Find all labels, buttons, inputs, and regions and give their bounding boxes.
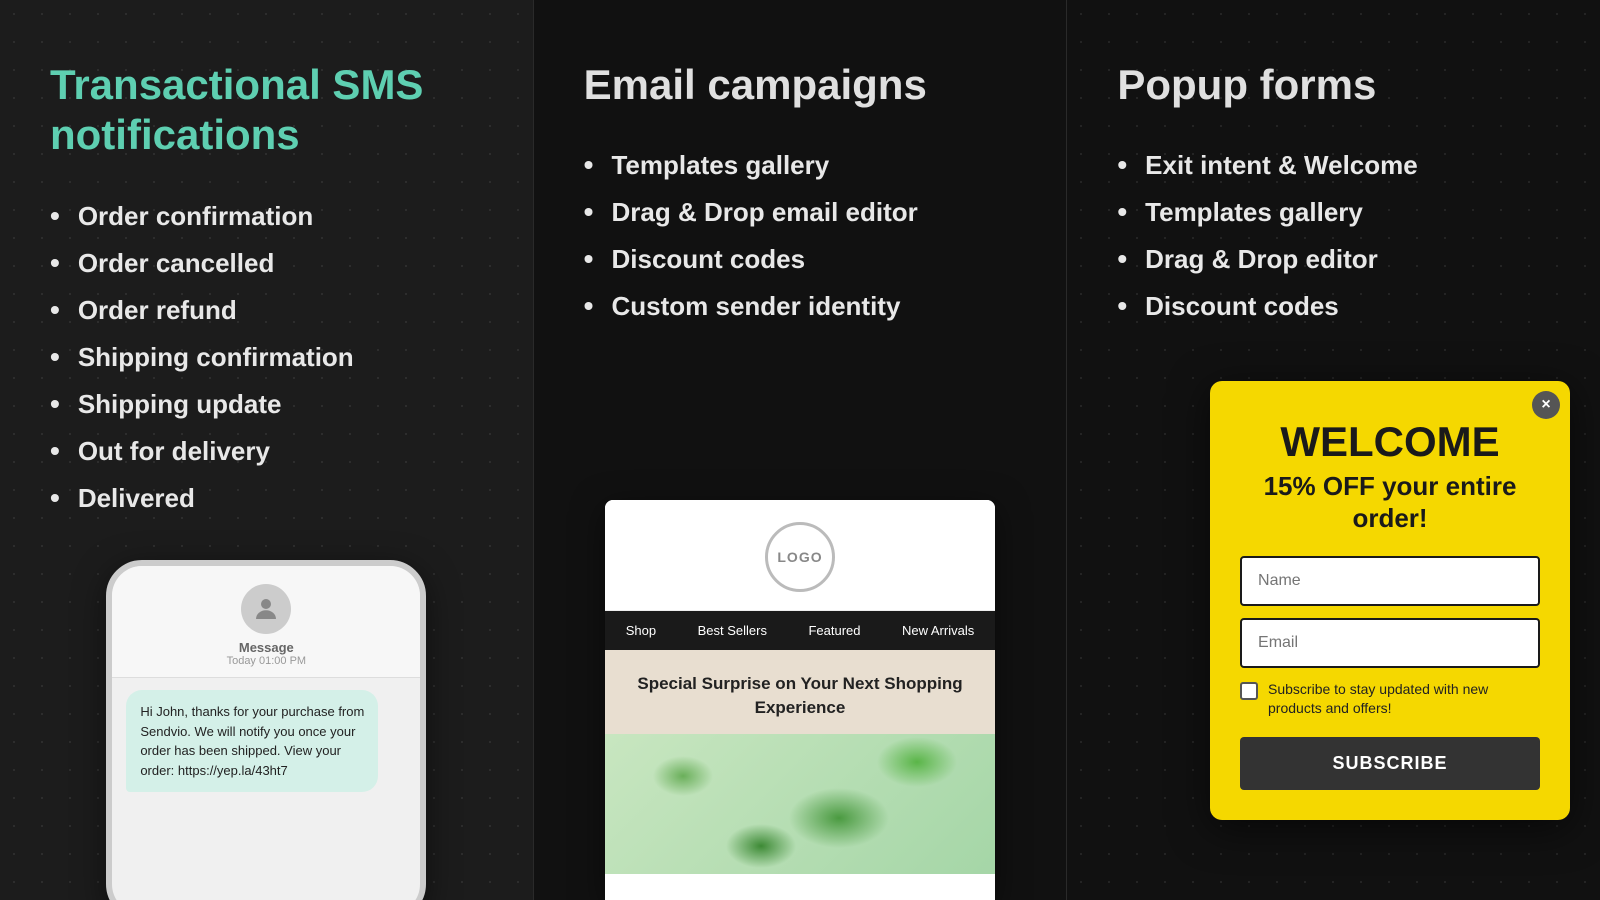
sms-feature-item: Delivered [50, 483, 483, 514]
left-title: Transactional SMS notifications [50, 60, 483, 161]
email-feature-item: Drag & Drop email editor [584, 197, 1017, 228]
email-hero: Special Surprise on Your Next Shopping E… [605, 650, 995, 734]
mid-title: Email campaigns [584, 60, 1017, 110]
email-hero-image [605, 734, 995, 874]
email-logo-bar: LOGO [605, 500, 995, 611]
email-nav-item[interactable]: Featured [808, 623, 860, 638]
avatar [241, 584, 291, 634]
sms-feature-item: Order cancelled [50, 248, 483, 279]
leaf-decoration [605, 734, 995, 874]
phone-body: Hi John, thanks for your purchase from S… [112, 678, 420, 900]
popup-subscribe-button[interactable]: SUBSCRIBE [1240, 737, 1540, 790]
email-feature-item: Discount codes [584, 244, 1017, 275]
sms-feature-item: Order refund [50, 295, 483, 326]
popup-checkbox-label: Subscribe to stay updated with new produ… [1268, 680, 1540, 719]
popup-feature-item: Discount codes [1117, 291, 1550, 322]
popup-checkbox-row: Subscribe to stay updated with new produ… [1240, 680, 1540, 719]
email-features-list: Templates gallery Drag & Drop email edito… [584, 150, 1017, 322]
popup-welcome-text: WELCOME [1240, 421, 1540, 463]
mid-column: Email campaigns Templates gallery Drag & … [533, 0, 1068, 900]
phone-top-bar: Message Today 01:00 PM [112, 566, 420, 678]
email-feature-item: Custom sender identity [584, 291, 1017, 322]
phone-mockup: Message Today 01:00 PM Hi John, thanks f… [106, 560, 426, 900]
right-title: Popup forms [1117, 60, 1550, 110]
email-logo: LOGO [765, 522, 835, 592]
popup-feature-item: Templates gallery [1117, 197, 1550, 228]
popup-feature-item: Drag & Drop editor [1117, 244, 1550, 275]
popup-mockup: × WELCOME 15% OFF your entire order! Sub… [1210, 381, 1570, 820]
email-nav-item[interactable]: New Arrivals [902, 623, 974, 638]
popup-email-input[interactable] [1240, 618, 1540, 668]
sms-feature-item: Shipping update [50, 389, 483, 420]
email-hero-title: Special Surprise on Your Next Shopping E… [625, 672, 975, 720]
email-nav-item[interactable]: Shop [626, 623, 656, 638]
sms-features-list: Order confirmation Order cancelled Order r… [50, 201, 483, 514]
phone-message-label: Message [239, 640, 294, 655]
email-mockup: LOGO Shop Best Sellers Featured New Arrival… [605, 500, 995, 900]
popup-feature-item: Exit intent & Welcome [1117, 150, 1550, 181]
sms-feature-item: Order confirmation [50, 201, 483, 232]
email-feature-item: Templates gallery [584, 150, 1017, 181]
email-nav: Shop Best Sellers Featured New Arrivals [605, 611, 995, 650]
left-column: Transactional SMS notifications Order co… [0, 0, 533, 900]
right-column: Popup forms Exit intent & Welcome Templat… [1067, 0, 1600, 900]
sms-feature-item: Out for delivery [50, 436, 483, 467]
popup-name-input[interactable] [1240, 556, 1540, 606]
popup-body: WELCOME 15% OFF your entire order! Subsc… [1210, 381, 1570, 820]
popup-features-list: Exit intent & Welcome Templates gallery Dr… [1117, 150, 1550, 322]
phone-message-time: Today 01:00 PM [227, 655, 307, 667]
popup-offer-text: 15% OFF your entire order! [1240, 471, 1540, 533]
sms-feature-item: Shipping confirmation [50, 342, 483, 373]
popup-subscribe-checkbox[interactable] [1240, 682, 1258, 700]
sms-bubble: Hi John, thanks for your purchase from S… [126, 690, 378, 792]
email-nav-item[interactable]: Best Sellers [698, 623, 767, 638]
